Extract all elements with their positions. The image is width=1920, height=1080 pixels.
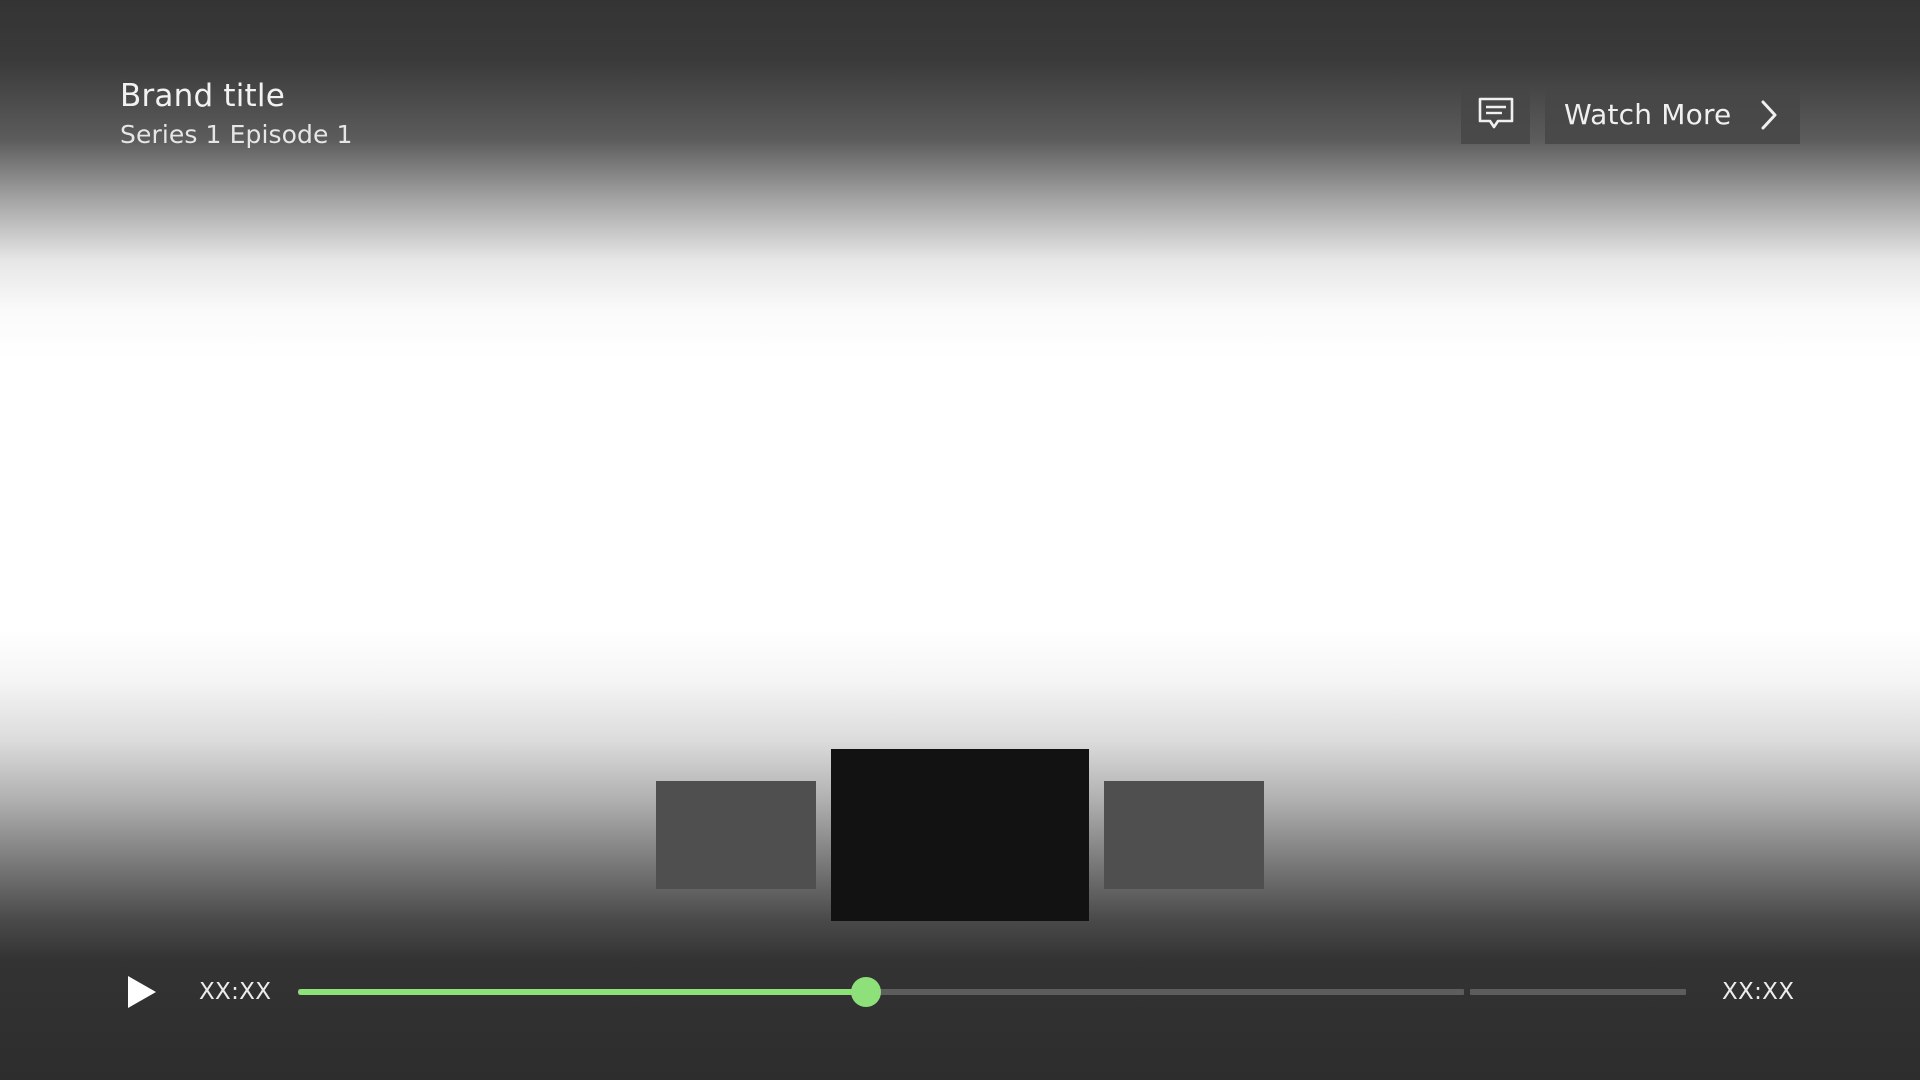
- title-block: Brand title Series 1 Episode 1: [120, 74, 353, 152]
- track-background-end: [1470, 989, 1686, 995]
- scrubber-handle[interactable]: [851, 977, 881, 1007]
- watch-more-label: Watch More: [1564, 97, 1732, 131]
- subtitles-button[interactable]: [1461, 84, 1530, 144]
- thumbnail-previous[interactable]: [656, 781, 816, 889]
- thumbnail-current[interactable]: [831, 749, 1089, 921]
- play-icon[interactable]: [126, 974, 158, 1010]
- thumbnail-next[interactable]: [1104, 781, 1264, 889]
- progress-scrubber[interactable]: [298, 968, 1686, 1016]
- current-time: XX:XX: [199, 979, 272, 1005]
- subtitles-icon: [1478, 97, 1513, 129]
- total-time: XX:XX: [1722, 979, 1795, 1005]
- watch-more-button[interactable]: Watch More: [1545, 84, 1800, 144]
- brand-title: Brand title: [120, 78, 285, 114]
- progress-fill: [298, 989, 866, 995]
- episode-label: Series 1 Episode 1: [120, 120, 353, 149]
- chevron-right-icon: [1761, 100, 1777, 130]
